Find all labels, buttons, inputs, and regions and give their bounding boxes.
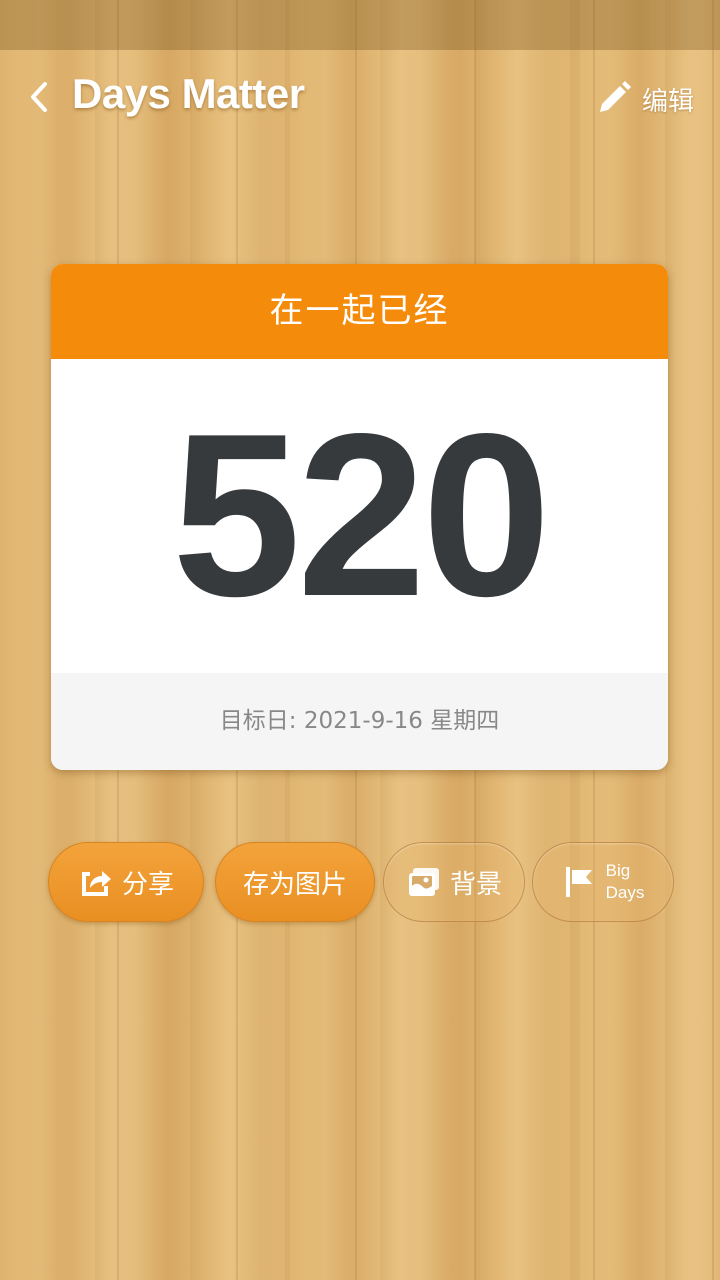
nav-bar: Days Matter 编辑: [0, 50, 720, 146]
big-days-label: Big Days: [606, 860, 645, 904]
action-bar: 分享 存为图片 背景 Big Days: [48, 842, 678, 924]
big-days-label-line2: Days: [605, 883, 645, 902]
chevron-left-icon: [31, 82, 47, 112]
background-label: 背景: [449, 869, 502, 900]
save-image-button[interactable]: 存为图片: [215, 842, 375, 922]
image-icon: [408, 868, 439, 896]
pencil-icon: [599, 81, 631, 112]
big-days-button[interactable]: Big Days: [532, 842, 674, 922]
share-button[interactable]: 分享: [48, 842, 204, 922]
edit-label: 编辑: [641, 86, 694, 117]
background-button[interactable]: 背景: [383, 842, 525, 922]
big-days-label-line1: Big: [605, 861, 631, 880]
card-header: 在一起已经: [51, 264, 668, 359]
flag-icon: [565, 867, 592, 897]
share-label: 分享: [121, 869, 174, 900]
target-date: 目标日: 2021-9-16 星期四: [51, 673, 668, 770]
countdown-card: 在一起已经 520 目标日: 2021-9-16 星期四: [51, 264, 668, 770]
save-image-label: 存为图片: [242, 869, 347, 900]
days-count: 520: [51, 359, 668, 673]
page-title: Days Matter: [72, 70, 305, 117]
status-bar: [0, 0, 720, 50]
share-icon: [81, 871, 111, 896]
edit-button[interactable]: 编辑: [594, 80, 694, 118]
back-button[interactable]: [28, 80, 50, 114]
